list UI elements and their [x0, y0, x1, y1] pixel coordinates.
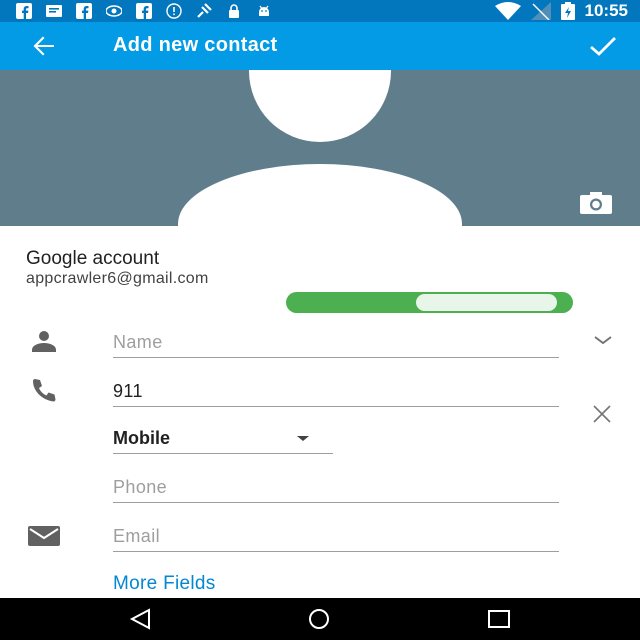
app-bar: Add new contact [0, 22, 640, 70]
phone-type-select[interactable]: Mobile [113, 423, 333, 454]
facebook-icon [76, 3, 92, 19]
eye-icon [106, 5, 122, 17]
status-bar: 10:55 [0, 0, 640, 22]
account-toggle-thumb[interactable] [416, 294, 557, 311]
dropdown-caret-icon [297, 436, 309, 441]
facebook-icon [16, 3, 32, 19]
facebook-icon [136, 3, 152, 19]
more-fields-button[interactable]: More Fields [113, 573, 216, 595]
wifi-icon [494, 2, 521, 20]
account-email[interactable]: appcrawler6@gmail.com [26, 270, 209, 288]
phone-icon [33, 379, 56, 402]
account-label: Google account [26, 248, 160, 269]
email-icon [28, 526, 60, 546]
camera-icon[interactable] [580, 192, 612, 214]
triangle-back-icon[interactable] [128, 608, 154, 630]
circle-home-icon[interactable] [306, 608, 332, 630]
square-recents-icon[interactable] [486, 608, 512, 630]
email-input[interactable]: Email [113, 521, 559, 552]
message-icon [46, 5, 62, 17]
no-signal-icon [530, 2, 551, 20]
avatar-head [249, 70, 391, 142]
avatar-body [178, 164, 462, 226]
arrow-left-icon[interactable] [30, 32, 58, 60]
contact-photo-area[interactable] [0, 70, 640, 226]
name-input[interactable]: Name [113, 327, 559, 358]
battery-charging-icon [560, 2, 575, 20]
check-icon[interactable] [588, 32, 618, 60]
alert-icon [166, 3, 182, 19]
chevron-down-icon[interactable] [594, 334, 612, 346]
phone-type-value: Mobile [113, 428, 170, 448]
phone-input[interactable]: Phone [113, 472, 559, 503]
phone-number-input[interactable]: 911 [113, 376, 559, 407]
close-icon[interactable] [592, 404, 612, 424]
status-clock: 10:55 [584, 1, 628, 20]
page-title: Add new contact [113, 34, 278, 56]
lock-icon [229, 4, 239, 18]
android-icon [259, 5, 269, 16]
system-nav-bar [0, 598, 640, 640]
satellite-icon [197, 3, 212, 18]
person-icon [32, 331, 56, 352]
